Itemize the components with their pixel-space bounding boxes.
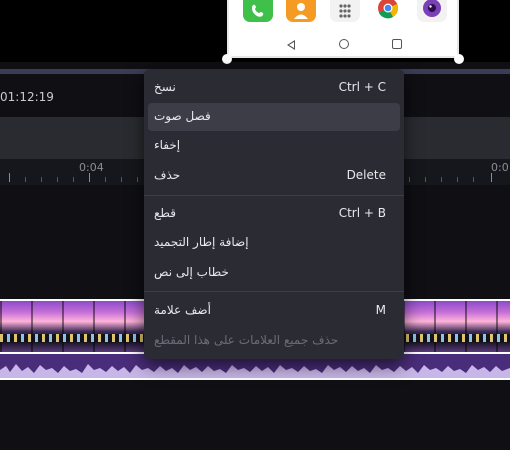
menu-separator	[144, 195, 404, 196]
resize-handle-left[interactable]	[222, 54, 232, 64]
menu-item-add-marker[interactable]: أضف علامة M	[148, 297, 400, 325]
phone-icon	[243, 0, 273, 22]
context-menu: نسخ Ctrl + C فصل صوت إخفاء حذف Delete قط…	[144, 69, 404, 359]
current-timecode: 01:12:19	[0, 90, 54, 104]
back-icon[interactable]	[287, 40, 295, 50]
menu-item-label: إضافة إطار التجميد	[154, 235, 249, 249]
menu-item-label: نسخ	[154, 80, 176, 94]
ruler-label: 0:0	[491, 161, 509, 174]
menu-item-label: أضف علامة	[154, 303, 211, 317]
chrome-icon	[373, 0, 403, 22]
menu-item-shortcut: Delete	[346, 168, 386, 182]
home-icon[interactable]	[339, 39, 349, 49]
menu-item-copy[interactable]: نسخ Ctrl + C	[148, 74, 400, 102]
menu-item-shortcut: M	[375, 303, 386, 317]
menu-item-label: إخفاء	[154, 138, 181, 152]
phone-preview-frame[interactable]	[227, 0, 459, 58]
android-navigation-bar	[229, 34, 457, 58]
menu-item-hide[interactable]: إخفاء	[148, 132, 400, 160]
menu-item-speech-to-text[interactable]: خطاب إلى نص	[148, 259, 400, 287]
resize-handle-right[interactable]	[454, 54, 464, 64]
camera-icon	[417, 0, 447, 22]
menu-item-label: قطع	[154, 206, 176, 220]
menu-item-add-freeze-frame[interactable]: إضافة إطار التجميد	[148, 229, 400, 257]
contacts-icon	[286, 0, 316, 22]
menu-separator	[144, 291, 404, 292]
menu-item-shortcut: Ctrl + B	[338, 206, 386, 220]
app-drawer-icon	[330, 0, 360, 22]
menu-item-delete-all-markers: حذف جميع العلامات على هذا المقطع	[148, 327, 400, 355]
menu-item-cut[interactable]: قطع Ctrl + B	[148, 200, 400, 228]
menu-item-label: فصل صوت	[154, 109, 211, 123]
menu-item-label: حذف	[154, 168, 181, 182]
recents-icon[interactable]	[392, 39, 402, 49]
menu-item-shortcut: Ctrl + C	[338, 80, 386, 94]
menu-item-detach-audio[interactable]: فصل صوت	[148, 103, 400, 131]
menu-item-label: خطاب إلى نص	[154, 265, 229, 279]
menu-item-delete[interactable]: حذف Delete	[148, 162, 400, 190]
menu-item-label: حذف جميع العلامات على هذا المقطع	[154, 333, 339, 347]
ruler-label: 0:04	[79, 161, 104, 174]
